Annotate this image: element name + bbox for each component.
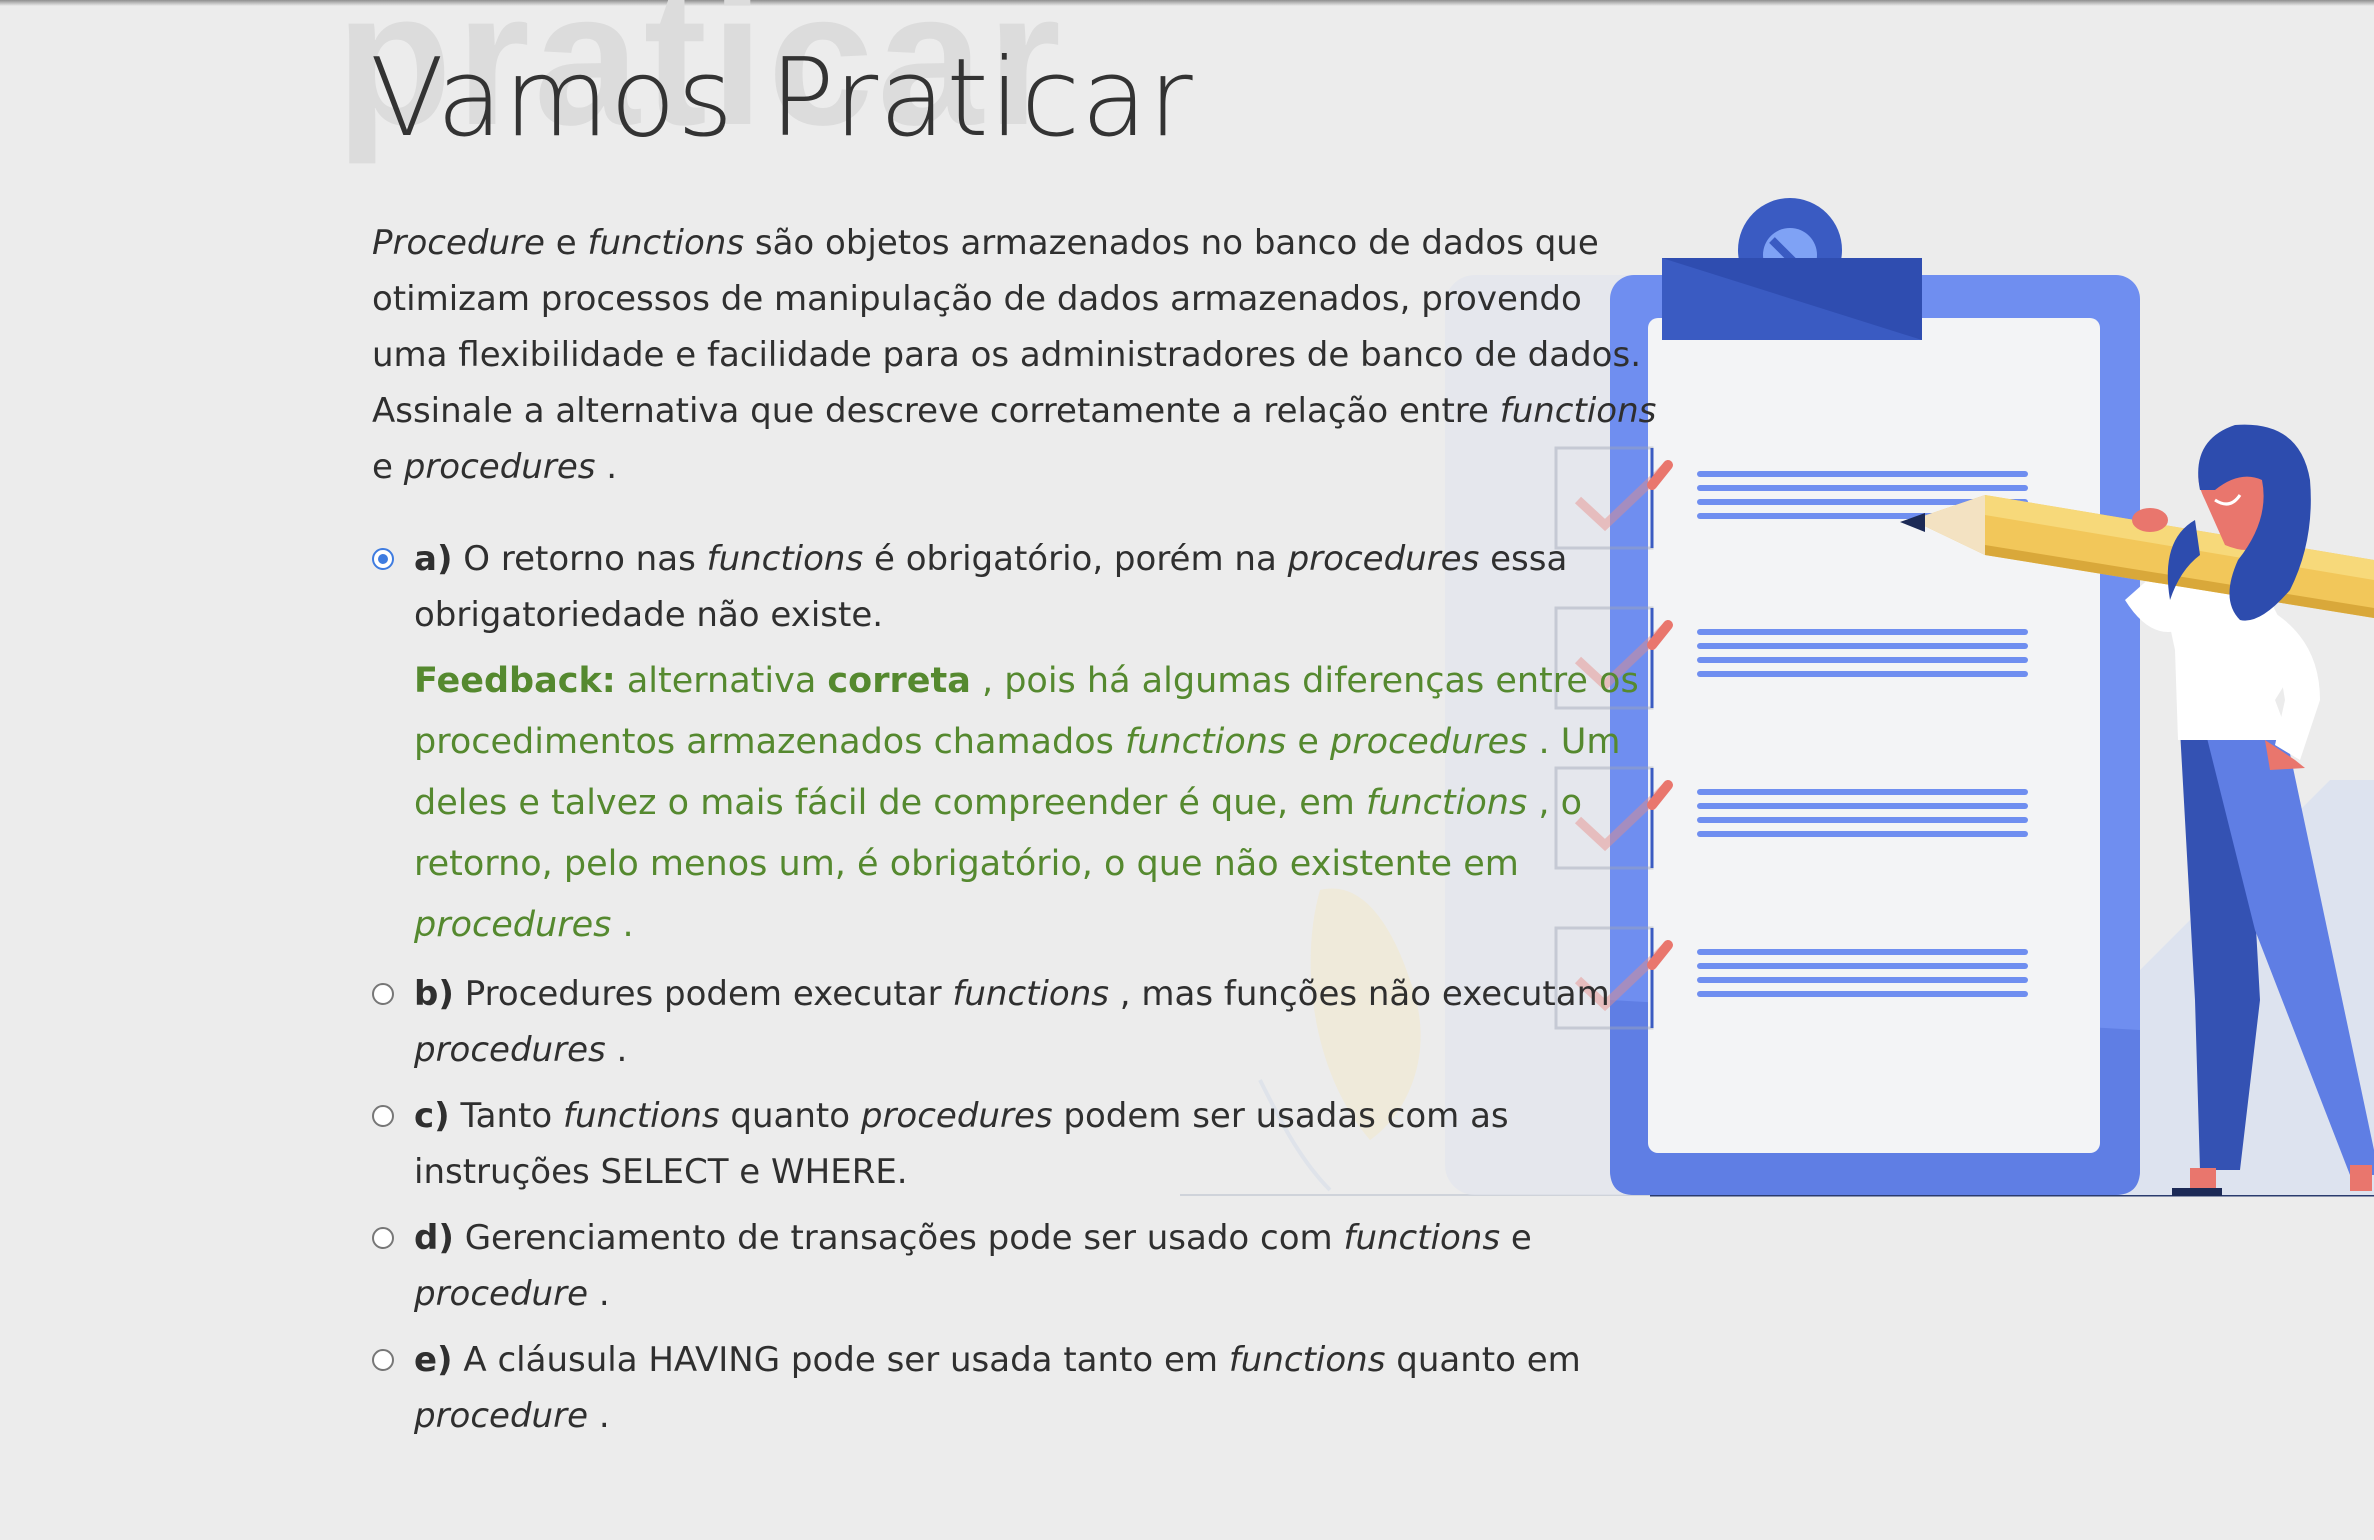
- feedback-term: functions: [1366, 783, 1528, 823]
- question-term: functions: [1499, 391, 1657, 431]
- option-text-part: A cláusula HAVING pode ser usada tanto e…: [452, 1340, 1229, 1380]
- question-term: procedures: [403, 447, 596, 487]
- option-term: procedure: [414, 1396, 589, 1436]
- option-text-part: Gerenciamento de transações pode ser usa…: [453, 1218, 1344, 1258]
- option-letter: c): [414, 1096, 450, 1136]
- option-b[interactable]: b) Procedures podem executar functions ,…: [372, 966, 1662, 1078]
- option-term: procedures: [1287, 539, 1480, 579]
- option-term: procedures: [860, 1096, 1053, 1136]
- option-c[interactable]: c) Tanto functions quanto procedures pod…: [372, 1088, 1662, 1200]
- option-text-part: Tanto: [449, 1096, 563, 1136]
- option-letter: d): [414, 1218, 454, 1258]
- option-text-part: .: [605, 1030, 628, 1070]
- option-a-text: a) O retorno nas functions é obrigatório…: [414, 531, 1662, 643]
- option-term: functions: [706, 539, 864, 579]
- option-text-part: Procedures podem executar: [453, 974, 953, 1014]
- radio-b[interactable]: [372, 983, 394, 1005]
- feedback-term: procedures: [1330, 722, 1528, 762]
- feedback-part: .: [611, 905, 634, 945]
- option-term: procedure: [414, 1274, 589, 1314]
- feedback-label: Feedback:: [414, 661, 616, 701]
- question-text-part: .: [595, 447, 618, 487]
- question-content: Procedure e functions são objetos armaze…: [372, 215, 1662, 1454]
- option-text-part: .: [588, 1396, 610, 1436]
- option-text-part: quanto em: [1385, 1340, 1581, 1380]
- option-text-part: quanto: [719, 1096, 861, 1136]
- option-text-part: O retorno nas: [452, 539, 707, 579]
- option-term: functions: [562, 1096, 720, 1136]
- feedback-term: functions: [1124, 722, 1287, 762]
- option-letter: b): [414, 974, 454, 1014]
- option-letter: e): [414, 1340, 453, 1380]
- question-text-part: e: [372, 447, 404, 487]
- feedback-term: procedures: [414, 905, 612, 945]
- option-text-part: .: [588, 1274, 610, 1314]
- option-a[interactable]: a) O retorno nas functions é obrigatório…: [372, 531, 1662, 956]
- option-term: functions: [1343, 1218, 1501, 1258]
- option-term: functions: [1228, 1340, 1386, 1380]
- feedback-correct: correta: [827, 661, 971, 701]
- feedback-part: e: [1286, 722, 1330, 762]
- option-c-text: c) Tanto functions quanto procedures pod…: [414, 1088, 1662, 1200]
- feedback-text: Feedback: alternativa correta , pois há …: [414, 651, 1662, 956]
- page-title: Vamos Praticar: [370, 36, 1194, 161]
- radio-e[interactable]: [372, 1349, 394, 1371]
- question-term: Procedure: [372, 223, 545, 263]
- feedback-part: alternativa: [615, 661, 828, 701]
- radio-a[interactable]: [372, 548, 394, 570]
- option-term: functions: [952, 974, 1109, 1014]
- question-text: Procedure e functions são objetos armaze…: [372, 215, 1662, 495]
- option-text-part: é obrigatório, porém na: [863, 539, 1288, 579]
- option-d[interactable]: d) Gerenciamento de transações pode ser …: [372, 1210, 1662, 1322]
- radio-d[interactable]: [372, 1227, 394, 1249]
- question-text-part: e: [544, 223, 588, 263]
- question-term: functions: [587, 223, 745, 263]
- option-e-text: e) A cláusula HAVING pode ser usada tant…: [414, 1332, 1662, 1444]
- option-b-text: b) Procedures podem executar functions ,…: [414, 966, 1662, 1078]
- radio-c[interactable]: [372, 1105, 394, 1127]
- option-term: procedures: [414, 1030, 606, 1070]
- option-e[interactable]: e) A cláusula HAVING pode ser usada tant…: [372, 1332, 1662, 1444]
- option-letter: a): [414, 539, 453, 579]
- option-text-part: e: [1500, 1218, 1532, 1258]
- option-text-part: , mas funções não executam: [1108, 974, 1610, 1014]
- option-d-text: d) Gerenciamento de transações pode ser …: [414, 1210, 1662, 1322]
